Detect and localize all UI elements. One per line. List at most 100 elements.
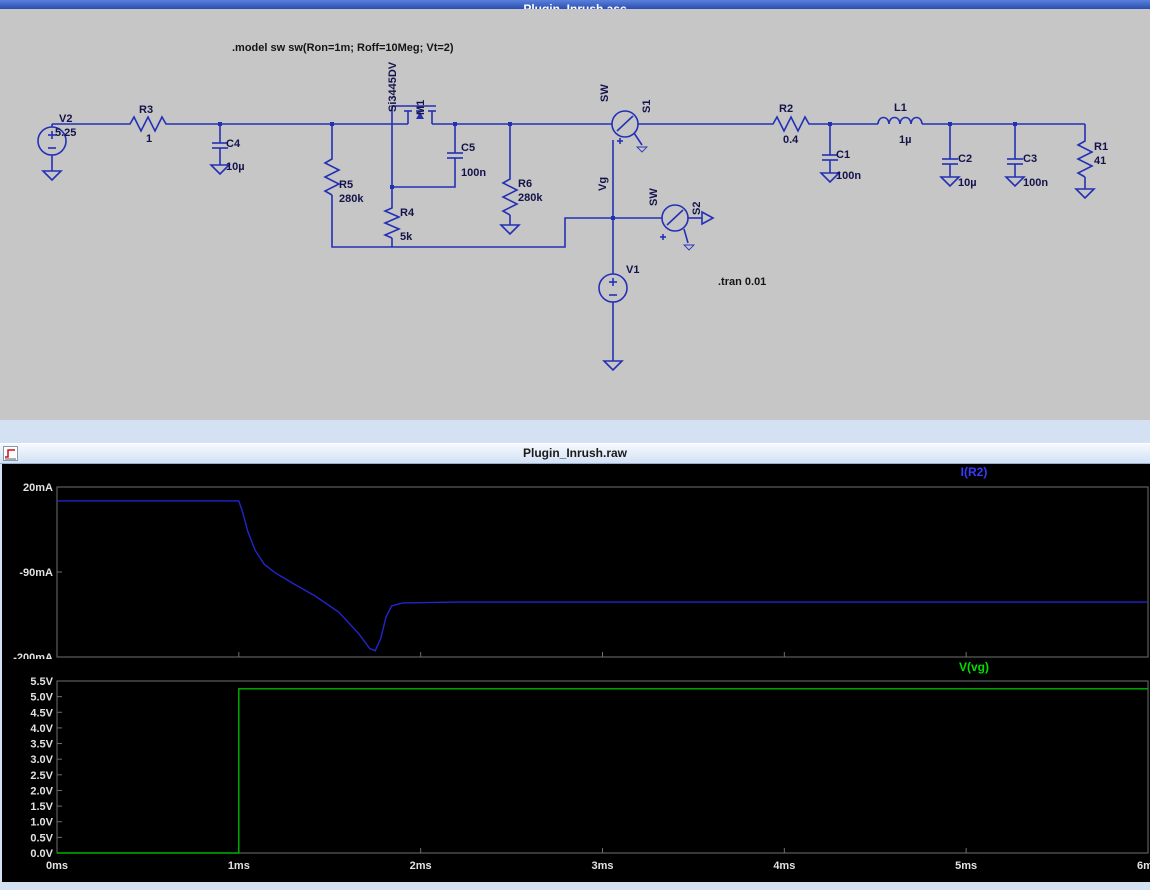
pane-border — [56, 486, 1149, 658]
switch-s2[interactable]: SW S2 — [648, 188, 715, 240]
component-value[interactable]: 0.4 — [783, 134, 799, 146]
component-name[interactable]: S1 — [641, 100, 653, 113]
x-tick-label: 1ms — [228, 860, 250, 872]
resistor-r4[interactable]: R4 5k — [382, 205, 415, 243]
y-tick-label: 1.5V — [30, 801, 53, 813]
component-value[interactable]: 100n — [836, 170, 861, 182]
y-tick-label: -90mA — [19, 567, 53, 579]
resistor-r6[interactable]: R6 280k — [501, 175, 543, 216]
waveform-title: Plugin_Inrush.raw — [522, 446, 627, 460]
pane-border — [56, 680, 1149, 854]
capacitor-c5[interactable]: C5 100n — [447, 142, 486, 179]
plot-pane-current[interactable]: 20mA -90mA -200mA I(R2) — [2, 464, 1150, 659]
mosfet-m1[interactable]: Si3445DV M1 — [387, 61, 436, 124]
capacitor-c4[interactable]: C4 10µ — [212, 138, 245, 173]
ground-symbol — [940, 176, 960, 187]
component-name[interactable]: C5 — [461, 142, 475, 154]
x-tick-label: 2ms — [410, 860, 432, 872]
component-name[interactable]: R1 — [1094, 141, 1108, 153]
waveform-titlebar[interactable]: Plugin_Inrush.raw — [0, 443, 1150, 464]
component-name[interactable]: C4 — [226, 138, 241, 150]
capacitor-c1[interactable]: C1 100n — [822, 149, 861, 182]
component-part[interactable]: Si3445DV — [387, 61, 399, 112]
polarity-marks — [617, 138, 623, 144]
trace-label[interactable]: V(vg) — [959, 660, 989, 674]
component-name[interactable]: R2 — [779, 103, 793, 115]
resistor-r2[interactable]: R2 0.4 — [768, 103, 812, 146]
voltage-source-v1[interactable]: V1 — [598, 264, 639, 303]
y-tick-label: 5.5V — [30, 676, 53, 688]
y-tick-label: 2.5V — [30, 770, 53, 782]
ground-symbol — [603, 360, 623, 371]
ground-symbol-small — [636, 146, 648, 153]
component-type[interactable]: SW — [599, 84, 611, 102]
voltage-source-v2[interactable]: V2 5.25 — [37, 113, 76, 156]
y-tick-label: 3.5V — [30, 739, 53, 751]
component-value[interactable]: 100n — [1023, 177, 1048, 189]
schematic-title: Plugin_Inrush.asc — [523, 2, 627, 9]
ground-symbol — [1075, 188, 1095, 199]
component-name[interactable]: R4 — [400, 207, 415, 219]
x-tick-label: 3ms — [591, 860, 613, 872]
y-tick-label: 3.0V — [30, 754, 53, 766]
component-value[interactable]: 41 — [1094, 155, 1106, 167]
net-label-vg[interactable]: Vg — [597, 177, 609, 191]
output-arrow — [701, 210, 715, 226]
component-name[interactable]: C3 — [1023, 153, 1037, 165]
trace-I(R2)[interactable] — [57, 500, 1148, 652]
component-value[interactable]: 1µ — [899, 134, 911, 146]
ground-symbol-small — [683, 244, 695, 251]
resistor-r3[interactable]: R3 1 — [125, 104, 170, 145]
trace-V(vg)[interactable] — [57, 688, 1148, 854]
resistor-r5[interactable]: R5 280k — [323, 155, 364, 205]
schematic-window[interactable]: V2 5.25 R3 1 C4 10µ R5 280k Si3445DV M1 … — [0, 9, 1150, 420]
component-name[interactable]: V1 — [626, 264, 639, 276]
ground-symbol — [42, 170, 62, 181]
component-value[interactable]: 100n — [461, 167, 486, 179]
component-value[interactable]: 280k — [518, 192, 543, 204]
component-value[interactable]: 10µ — [958, 177, 977, 189]
schematic-titlebar[interactable]: Plugin_Inrush.asc — [0, 0, 1150, 9]
x-tick-label: 5ms — [955, 860, 977, 872]
y-tick-label: 4.0V — [30, 723, 53, 735]
component-name[interactable]: R5 — [339, 179, 353, 191]
inductor-l1[interactable]: L1 1µ — [877, 102, 923, 146]
component-value[interactable]: 10µ — [226, 161, 245, 173]
component-name[interactable]: S2 — [691, 202, 703, 215]
spice-directive-tran[interactable]: .tran 0.01 — [718, 276, 766, 288]
ground-symbol — [500, 224, 520, 235]
x-tick-label: 4ms — [773, 860, 795, 872]
component-name[interactable]: C1 — [836, 149, 850, 161]
plot-pane-voltage[interactable]: 5.5V 5.0V 4.5V 4.0V 3.5V 3.0V 2.5V 2.0V 1.5V 1.0V… — [2, 659, 1150, 881]
waveform-plot-area[interactable]: 20mA -90mA -200mA I(R2) 5.5V 5.0V 4.5V 4.0V 3.5… — [2, 464, 1150, 882]
component-value[interactable]: 5k — [400, 231, 413, 243]
component-value[interactable]: 280k — [339, 193, 364, 205]
y-tick-label: -200mA — [13, 652, 53, 659]
ground-symbols[interactable] — [42, 146, 1095, 371]
component-name[interactable]: L1 — [894, 102, 907, 114]
component-name[interactable]: C2 — [958, 153, 972, 165]
component-value[interactable]: 5.25 — [55, 127, 76, 139]
switch-s1[interactable]: SW S1 — [599, 84, 653, 144]
y-tick-label: 20mA — [23, 482, 53, 494]
y-tick-label: 2.0V — [30, 785, 53, 797]
component-type[interactable]: SW — [648, 188, 660, 206]
wires[interactable] — [51, 105, 1086, 361]
component-name[interactable]: M1 — [415, 100, 427, 115]
polarity-marks — [609, 278, 617, 296]
x-tick-label: 6ms — [1137, 860, 1150, 872]
x-tick-label: 0ms — [46, 860, 68, 872]
schematic-canvas[interactable]: V2 5.25 R3 1 C4 10µ R5 280k Si3445DV M1 … — [0, 9, 1150, 420]
trace-label[interactable]: I(R2) — [961, 465, 988, 479]
component-name[interactable]: V2 — [59, 113, 72, 125]
y-tick-label: 0.5V — [30, 832, 53, 844]
y-tick-label: 5.0V — [30, 692, 53, 704]
component-name[interactable]: R6 — [518, 178, 532, 190]
spice-directive-model[interactable]: .model sw sw(Ron=1m; Roff=10Meg; Vt=2) — [232, 42, 454, 54]
y-tick-label: 4.5V — [30, 707, 53, 719]
ground-symbol — [1005, 176, 1025, 187]
resistor-r1[interactable]: R1 41 — [1076, 137, 1108, 178]
component-value[interactable]: 1 — [146, 133, 152, 145]
component-name[interactable]: R3 — [139, 104, 153, 116]
polarity-marks — [660, 234, 666, 240]
